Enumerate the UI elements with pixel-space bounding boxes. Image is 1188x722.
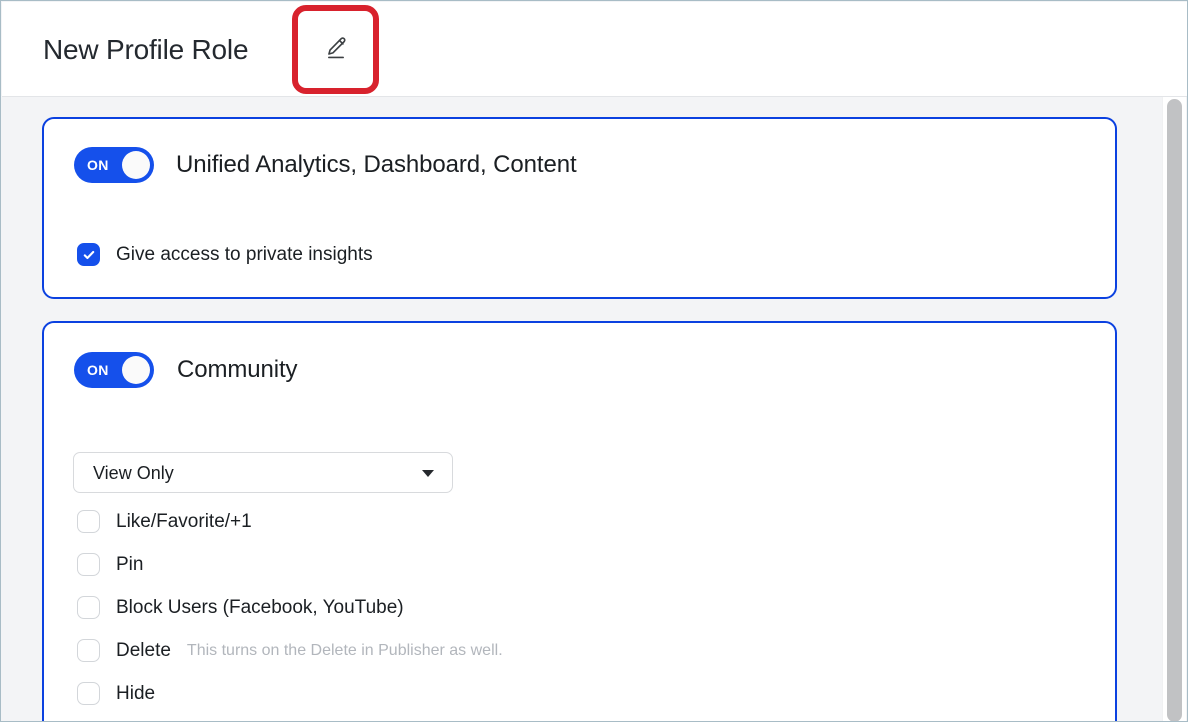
pencil-edit-icon: [323, 36, 349, 62]
section-title-community: Community: [177, 356, 297, 384]
checkbox-label-like-favorite-plus-one: Like/Favorite/+1: [116, 511, 252, 533]
section-toggle-row-unified-analytics: ON Unified Analytics, Dashboard, Content: [74, 147, 577, 183]
toggle-knob: [122, 151, 150, 179]
checkbox-label-delete: Delete: [116, 640, 171, 662]
checkmark-icon: [82, 248, 96, 262]
checkbox-row-private-insights: Give access to private insights: [77, 243, 373, 266]
checkbox-hint-delete: This turns on the Delete in Publisher as…: [187, 642, 503, 660]
checkbox-label-private-insights: Give access to private insights: [116, 244, 373, 266]
checkbox-label-pin: Pin: [116, 554, 143, 576]
toggle-knob: [122, 356, 150, 384]
checkbox-label-block-users: Block Users (Facebook, YouTube): [116, 597, 404, 619]
permission-card-unified-analytics: ON Unified Analytics, Dashboard, Content…: [42, 117, 1117, 299]
section-toggle-row-community: ON Community: [74, 352, 297, 388]
community-permission-select[interactable]: View Only: [73, 452, 453, 493]
checkbox-block-users[interactable]: [77, 596, 100, 619]
vertical-scrollbar-track[interactable]: [1162, 97, 1186, 722]
section-title-unified-analytics: Unified Analytics, Dashboard, Content: [176, 151, 577, 179]
edit-profile-role-button[interactable]: [307, 20, 365, 78]
checkbox-row-pin: Pin: [77, 553, 143, 576]
checkbox-hide[interactable]: [77, 682, 100, 705]
app-viewport: New Profile Role ON Unified Analytics, D…: [0, 0, 1188, 722]
toggle-state-label: ON: [87, 147, 109, 183]
caret-down-icon: [422, 470, 434, 477]
checkbox-row-hide: Hide: [77, 682, 155, 705]
permission-card-community: ON Community View Only Like/Favorite/+1 …: [42, 321, 1117, 722]
checkbox-row-block-users: Block Users (Facebook, YouTube): [77, 596, 404, 619]
checkbox-like-favorite-plus-one[interactable]: [77, 510, 100, 533]
checkbox-delete[interactable]: [77, 639, 100, 662]
toggle-unified-analytics[interactable]: ON: [74, 147, 154, 183]
checkbox-label-hide: Hide: [116, 683, 155, 705]
checkbox-row-like-favorite: Like/Favorite/+1: [77, 510, 252, 533]
vertical-scrollbar-thumb[interactable]: [1167, 99, 1182, 722]
settings-scroll-area[interactable]: ON Unified Analytics, Dashboard, Content…: [2, 97, 1188, 722]
toggle-community[interactable]: ON: [74, 352, 154, 388]
page-header: New Profile Role: [2, 2, 1188, 97]
community-permission-value: View Only: [93, 453, 174, 494]
checkbox-give-access-to-private-insights[interactable]: [77, 243, 100, 266]
page-title: New Profile Role: [43, 33, 248, 67]
checkbox-pin[interactable]: [77, 553, 100, 576]
checkbox-row-delete: Delete This turns on the Delete in Publi…: [77, 639, 503, 662]
toggle-state-label: ON: [87, 352, 109, 388]
